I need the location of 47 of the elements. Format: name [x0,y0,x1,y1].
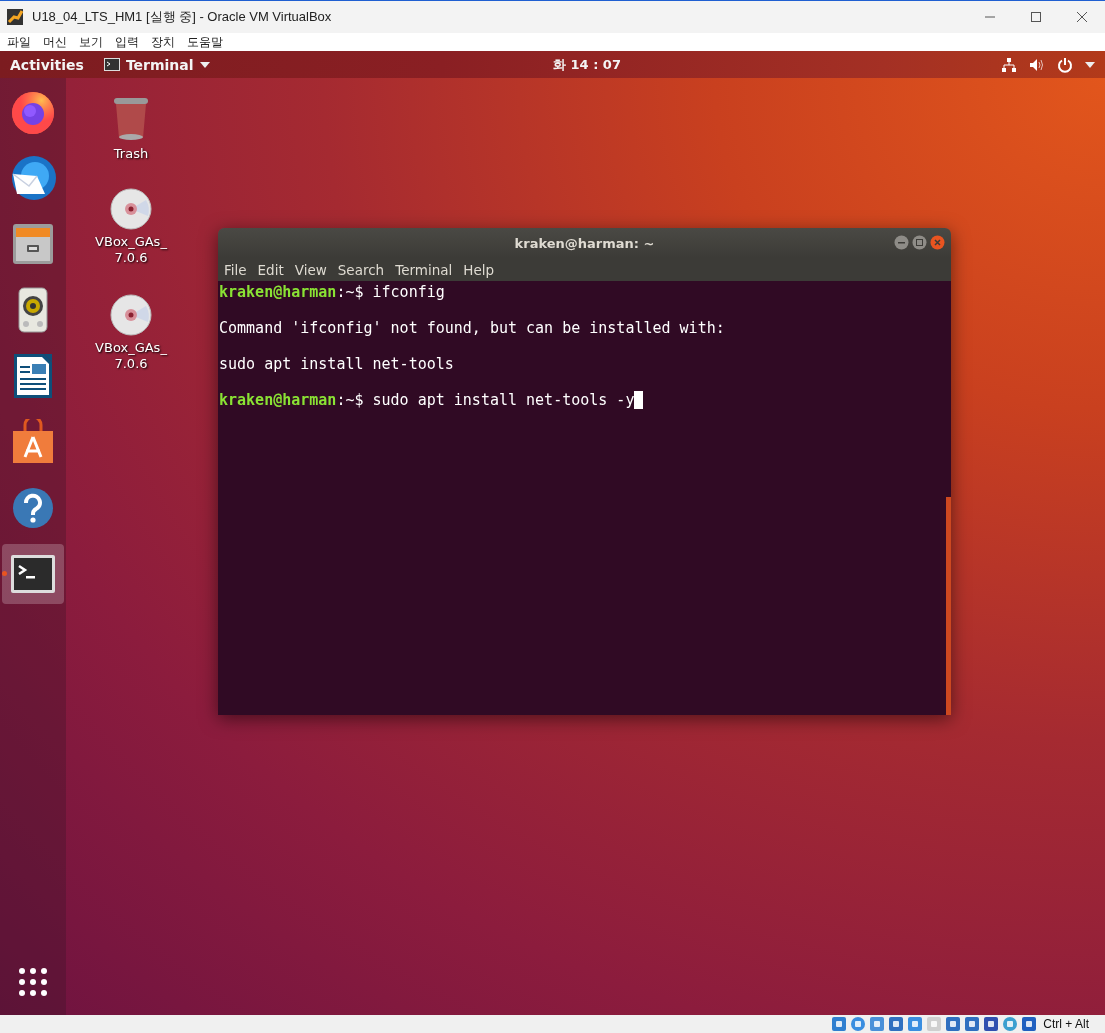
desktop-icon-label[interactable]: VBox_GAs_ 7.0.6 [95,340,167,372]
host-key-label: Ctrl + Alt [1043,1017,1089,1031]
close-icon [1076,11,1088,23]
trash-icon [112,96,150,142]
menu-item[interactable]: 도움말 [182,33,230,51]
menu-item[interactable]: 장치 [146,33,182,51]
power-icon[interactable] [1057,56,1073,73]
desktop-icon-label[interactable]: VBox_GAs_ 7.0.6 [95,234,167,266]
window-title: U18_04_LTS_HM1 [실행 중] - Oracle VM VirtualBox [32,8,333,26]
menu-item[interactable]: 머신 [38,33,74,51]
menu-item[interactable]: Terminal [391,261,457,278]
menu-item[interactable]: File [220,261,251,278]
terminal-line: kraken@harman:~$ ifconfig [219,283,445,301]
help-icon [12,487,54,529]
activities-button[interactable]: Activities [10,56,84,73]
desktop-icon-label[interactable]: Trash [113,146,149,162]
maximize-button[interactable] [912,235,927,250]
menu-item[interactable]: 파일 [2,33,38,51]
menu-item[interactable]: Help [459,261,499,278]
terminal-title: kraken@harman: ~ [514,235,655,251]
minimize-button[interactable] [894,235,909,250]
firefox-icon [10,89,56,135]
running-indicator [2,571,7,576]
clock[interactable]: 화 14 : 07 [553,55,621,74]
virtualbox-logo-icon [6,8,24,26]
menu-item[interactable]: Search [333,261,389,278]
maximize-icon [1030,11,1042,23]
menu-item[interactable]: Edit [253,261,288,278]
file-cabinet-icon [11,222,55,266]
terminal-line: sudo apt install net-tools [219,355,454,373]
document-icon [12,352,54,400]
close-button[interactable] [930,235,945,250]
menu-item[interactable]: 보기 [74,33,110,51]
scrollbar-thumb[interactable] [946,497,951,715]
thunderbird-icon [9,154,57,202]
menu-item[interactable]: 입력 [110,33,146,51]
terminal-line: kraken@harman:~$ sudo apt install net-tools -y [219,391,635,409]
caret-icon[interactable] [1085,61,1095,68]
terminal-icon [103,58,120,71]
menu-item[interactable]: View [290,261,331,278]
dock-item[interactable] [2,544,64,604]
app-menu-button[interactable]: Terminal [103,56,210,73]
terminal-icon [10,554,56,594]
caret-icon [199,61,210,68]
terminal-line: Command 'ifconfig' not found, but can be installed with: [219,319,725,337]
app-grid-icon[interactable] [18,967,48,997]
shopping-bag-icon [11,419,55,465]
